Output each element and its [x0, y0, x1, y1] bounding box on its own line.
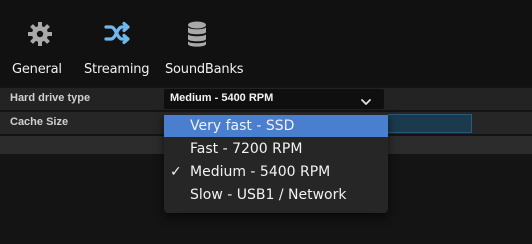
cache-size-field[interactable]	[384, 114, 472, 133]
option-label: Very fast - SSD	[190, 118, 295, 134]
tab-general-label: General	[12, 62, 62, 77]
tab-general[interactable]: General	[6, 0, 76, 86]
hard-drive-type-select[interactable]: Medium - 5400 RPM	[164, 89, 384, 109]
option-slow-usb1-network[interactable]: Slow - USB1 / Network	[164, 184, 388, 206]
option-label: Fast - 7200 RPM	[190, 141, 303, 157]
shuffle-icon	[103, 20, 133, 50]
option-fast-7200[interactable]: Fast - 7200 RPM	[164, 138, 388, 160]
tab-soundbanks[interactable]: SoundBanks	[164, 0, 244, 86]
option-medium-5400[interactable]: ✓ Medium - 5400 RPM	[164, 161, 388, 183]
hard-drive-type-label: Hard drive type	[10, 92, 91, 104]
database-icon	[186, 20, 208, 52]
hard-drive-type-value: Medium - 5400 RPM	[170, 92, 274, 104]
checkmark-icon: ✓	[170, 164, 182, 180]
toolbar: General Streaming SoundBanks	[0, 0, 532, 86]
hard-drive-type-dropdown: Very fast - SSD Fast - 7200 RPM ✓ Medium…	[164, 113, 388, 213]
gear-icon	[26, 20, 54, 52]
tab-soundbanks-label: SoundBanks	[165, 62, 244, 77]
tab-streaming-label: Streaming	[84, 62, 150, 77]
tab-streaming[interactable]: Streaming	[78, 0, 164, 86]
chevron-down-icon	[360, 93, 372, 105]
cache-size-label: Cache Size	[10, 116, 69, 128]
option-very-fast-ssd[interactable]: Very fast - SSD	[164, 115, 388, 137]
option-label: Medium - 5400 RPM	[190, 164, 331, 180]
option-label: Slow - USB1 / Network	[190, 187, 347, 203]
hard-drive-type-row: Hard drive type Medium - 5400 RPM	[0, 88, 532, 110]
